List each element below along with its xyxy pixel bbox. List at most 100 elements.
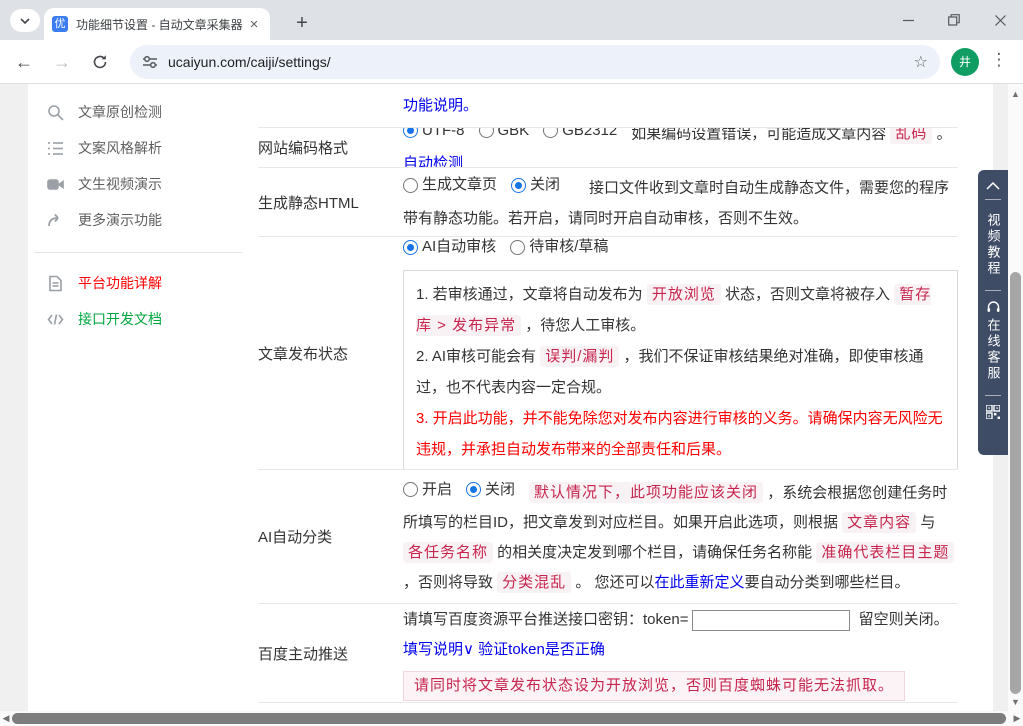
radio-unselected-icon[interactable] [403, 482, 418, 498]
headset-icon [987, 301, 999, 312]
video-tutorial-link[interactable]: 视频教程 [984, 213, 1003, 277]
text: 留空则关闭。 [854, 611, 949, 628]
online-service-link[interactable]: 在线客服 [984, 318, 1003, 382]
settings-row: 文章发布状态 AI自动审核 待审核/草稿 1. 若审核通过，文章将自动发布为 开放浏… [258, 237, 958, 470]
radio-label: AI自动审核 [422, 238, 497, 256]
forward-button[interactable]: → [50, 50, 74, 74]
inline-link[interactable]: 自动检测 [403, 155, 463, 167]
note-line: 3. 开启此功能，并不能免除您对发布内容进行审核的义务。请确保内容无风险无违规，… [416, 403, 945, 465]
numbered-list-icon [46, 139, 64, 157]
profile-avatar[interactable]: 井 [951, 48, 979, 76]
radio-option[interactable]: 生成文章页 [403, 170, 497, 200]
review-notes-box: 1. 若审核通过，文章将自动发布为 开放浏览 状态，否则文章将被存入 暂存库 >… [403, 269, 958, 469]
chevron-up-icon[interactable] [986, 182, 1000, 190]
back-button[interactable]: ← [12, 50, 36, 74]
radio-unselected-icon[interactable] [543, 128, 559, 139]
radio-selected-icon[interactable] [403, 128, 418, 139]
row-label: 网站编码格式 [258, 140, 349, 157]
reload-button[interactable] [88, 50, 112, 74]
highlight-term: 各任务名称 [403, 542, 494, 564]
radio-option[interactable]: GB2312 [543, 128, 617, 146]
scroll-left-arrow-icon[interactable]: ◀ [0, 711, 12, 726]
radio-label: 关闭 [485, 480, 516, 498]
radio-label: UTF-8 [422, 128, 465, 139]
restore-button[interactable] [931, 0, 977, 40]
close-window-button[interactable] [977, 0, 1023, 40]
sidebar-item-share-arrow[interactable]: 更多演示功能 [30, 202, 258, 238]
divider [985, 199, 1001, 200]
settings-row: 功能说明。 [258, 84, 958, 128]
horizontal-scrollbar[interactable]: ◀ ▶ [0, 711, 1023, 726]
radio-unselected-icon[interactable] [403, 177, 418, 193]
sidebar-item-code[interactable]: 接口开发文档 [30, 301, 258, 337]
radio-option[interactable]: 待审核/草稿 [510, 237, 608, 262]
divider [985, 290, 1001, 291]
sidebar-item-label: 文生视频演示 [78, 176, 162, 192]
radio-selected-icon[interactable] [403, 239, 418, 255]
sidebar-item-label: 文章原创检测 [78, 104, 162, 120]
row-content: 请填写百度资源平台推送接口密钥：token= 留空则关闭。 填写说明∨ 验证to… [403, 605, 958, 701]
bookmark-star-icon[interactable]: ☆ [914, 52, 928, 72]
scroll-up-arrow-icon[interactable]: ▲ [1008, 87, 1023, 101]
new-tab-button[interactable]: + [288, 10, 316, 38]
sidebar-item-label: 文案风格解析 [78, 140, 162, 156]
tab-search-button[interactable] [10, 9, 40, 32]
radio-option[interactable]: 关闭 [511, 170, 560, 200]
inline-link[interactable]: 功能说明。 [403, 97, 478, 114]
note-line: 1. 若审核通过，文章将自动发布为 开放浏览 状态，否则文章将被存入 暂存库 >… [416, 279, 945, 341]
highlight-term: 准确代表栏目主题 [816, 542, 955, 564]
row-content: AI自动审核 待审核/草稿 1. 若审核通过，文章将自动发布为 开放浏览 状态，否则… [403, 237, 958, 469]
inline-link[interactable]: 填写说明∨ [403, 641, 474, 658]
sidebar-item-label: 更多演示功能 [78, 212, 162, 228]
radio-unselected-icon[interactable] [478, 128, 494, 139]
divider [985, 395, 1001, 396]
baidu-token-input[interactable] [692, 609, 851, 631]
address-bar[interactable]: ucaiyun.com/caiji/settings/ ☆ [130, 45, 940, 79]
radio-selected-icon[interactable] [466, 482, 482, 498]
reload-icon [93, 55, 107, 69]
radio-label: 生成文章页 [422, 176, 498, 194]
radio-option[interactable]: 关闭 [466, 475, 515, 505]
radio-option[interactable]: 开启 [403, 475, 452, 505]
inline-link[interactable]: 在此重新定义 [655, 574, 745, 591]
settings-row: 生成静态HTML 生成文章页 关闭 接口文件收到文章时自动生成静态文件，需要您的程… [258, 168, 958, 237]
code-icon [46, 310, 64, 328]
highlight-term: 文章内容 [842, 512, 917, 534]
text: 3. 开启此功能，并不能免除您对发布内容进行审核的义务。请确保内容无风险无违规，… [416, 409, 943, 458]
text: ，待您人工审核。 [521, 316, 646, 334]
highlight-term: 默认情况下，此项功能应该关闭 [529, 482, 764, 504]
note-line: 2. AI审核可能会有 误判/漏判 ，我们不保证审核结果绝对准确，即使审核通过，… [416, 341, 945, 403]
radio-selected-icon[interactable] [511, 177, 527, 193]
browser-menu-icon[interactable]: ⋮ [987, 50, 1011, 70]
qr-code-icon[interactable] [986, 405, 1000, 419]
radio-option[interactable]: UTF-8 [403, 128, 465, 146]
text: 状态，否则文章将被存入 [720, 285, 895, 303]
radio-option[interactable]: AI自动审核 [403, 237, 496, 262]
settings-row: 百度主动推送 请填写百度资源平台推送接口密钥：token= 留空则关闭。 填写说… [258, 604, 958, 703]
inline-link[interactable]: 验证token是否正确 [478, 641, 605, 658]
text: 。 您还可以 [571, 574, 655, 592]
browser-tab[interactable]: 优 功能细节设置 - 自动文章采集器 × [44, 8, 270, 40]
scroll-right-arrow-icon[interactable]: ▶ [1011, 711, 1023, 726]
row-paragraph: 生成文章页 关闭 接口文件收到文章时自动生成静态文件，需要您的程序带有静态功能。若… [403, 170, 958, 234]
sidebar-item-search[interactable]: 文章原创检测 [30, 94, 258, 130]
floating-side-widget[interactable]: 视频教程 在线客服 [978, 170, 1008, 455]
sidebar-item-numbered-list[interactable]: 文案风格解析 [30, 130, 258, 166]
scroll-down-arrow-icon[interactable]: ▼ [1008, 695, 1023, 709]
radio-option[interactable]: GBK [478, 128, 529, 146]
browser-window: 优 功能细节设置 - 自动文章采集器 × + ← → ucaiyun.com/c… [0, 0, 1023, 726]
page-content-card: 文章原创检测 文案风格解析 文生视频演示 更多演示功能 平台功能详解 接口开发文… [28, 84, 993, 711]
sidebar-divider [34, 252, 242, 253]
minimize-button[interactable] [885, 0, 931, 40]
row-paragraph: UTF-8 GBK GB2312 如果编码设置错误，可能造成文章内容 乱码 。 自动检… [403, 128, 958, 167]
text: 要自动分类到哪些栏目。 [744, 574, 910, 592]
sidebar-item-video-camera[interactable]: 文生视频演示 [30, 166, 258, 202]
vertical-scrollbar[interactable]: ▲ ▼ [1008, 84, 1023, 711]
radio-unselected-icon[interactable] [510, 239, 526, 255]
url-text[interactable]: ucaiyun.com/caiji/settings/ [168, 54, 914, 70]
sidebar-item-document[interactable]: 平台功能详解 [30, 265, 258, 301]
site-favicon: 优 [52, 16, 68, 32]
tab-close-icon[interactable]: × [246, 16, 262, 33]
vertical-scrollbar-thumb[interactable] [1010, 272, 1021, 694]
horizontal-scrollbar-thumb[interactable] [12, 713, 1006, 724]
